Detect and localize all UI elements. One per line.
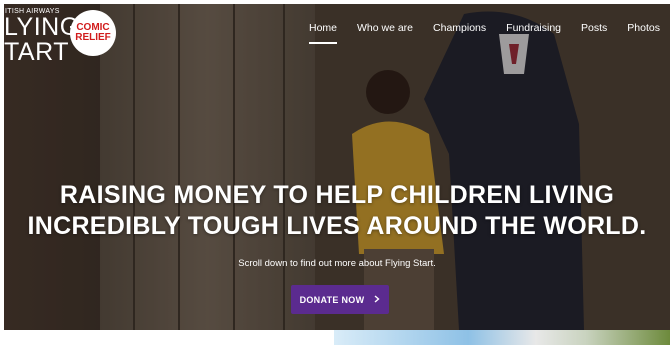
nav-item-photos[interactable]: Photos	[617, 22, 670, 34]
main-nav: Home Who we are Champions Fundraising Po…	[299, 22, 670, 44]
nav-item-champions[interactable]: Champions	[423, 22, 496, 34]
nav-item-who-we-are[interactable]: Who we are	[347, 22, 423, 34]
donate-button-label: DONATE NOW	[299, 294, 365, 305]
hero-headline-line1: RAISING MONEY TO HELP CHILDREN LIVING	[59, 181, 615, 209]
hero-headline: RAISING MONEY TO HELP CHILDREN LIVING IN…	[4, 180, 670, 242]
british-airways-flying-start-logo[interactable]: ITISH AIRWAYS LYING TART	[4, 8, 80, 65]
hero-subline: Scroll down to find out more about Flyin…	[238, 258, 436, 269]
nav-item-home[interactable]: Home	[299, 22, 347, 44]
chevron-right-icon	[374, 294, 380, 305]
logo-ba-line2: TART	[4, 38, 69, 66]
nav-item-fundraising[interactable]: Fundraising	[496, 22, 571, 34]
next-section-image-preview	[334, 330, 670, 345]
hero-banner: ITISH AIRWAYS LYING TART COMIC RELIEF Ho…	[4, 4, 670, 330]
comic-relief-logo[interactable]: COMIC RELIEF	[70, 10, 116, 56]
hero-headline-line2: INCREDIBLY TOUGH LIVES AROUND THE WORLD.	[27, 212, 647, 240]
nav-item-posts[interactable]: Posts	[571, 22, 617, 34]
donate-now-button[interactable]: DONATE NOW	[291, 285, 389, 314]
logo-cr-line2: RELIEF	[75, 32, 111, 43]
logo-ba-line1: LYING	[4, 13, 80, 41]
